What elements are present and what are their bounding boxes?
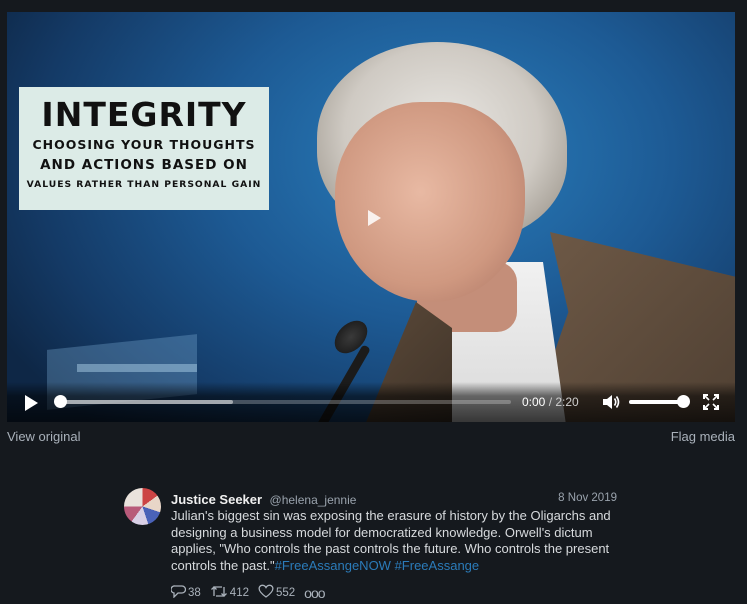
quote-card: INTEGRITY CHOOSING YOUR THOUGHTS AND ACT… <box>19 87 269 210</box>
volume-icon[interactable] <box>602 394 620 410</box>
volume-thumb[interactable] <box>677 395 690 408</box>
more-options-icon[interactable]: ooo <box>304 586 325 600</box>
tweet-body: Julian's biggest sin was exposing the er… <box>171 508 611 573</box>
reply-count: 38 <box>188 586 201 599</box>
retweet-count: 412 <box>229 586 249 599</box>
avatar[interactable] <box>124 488 161 525</box>
play-icon[interactable] <box>22 394 40 412</box>
quote-line-2: AND ACTIONS BASED ON <box>40 157 248 173</box>
tweet-date[interactable]: 8 Nov 2019 <box>558 492 617 504</box>
quote-line-1: CHOOSING YOUR THOUGHTS <box>32 137 256 152</box>
view-original-link[interactable]: View original <box>7 429 80 444</box>
author-name[interactable]: Justice Seeker <box>171 492 262 507</box>
reply-icon <box>170 584 188 601</box>
progress-thumb[interactable] <box>54 395 67 408</box>
duration: 2:20 <box>555 395 579 409</box>
author-handle[interactable]: @helena_jennie <box>270 493 357 507</box>
like-button[interactable]: 552 <box>258 584 295 601</box>
tweet-actions: 38 412 552 ooo <box>170 584 326 601</box>
quote-title: INTEGRITY <box>41 95 247 134</box>
time-display: 0:00 / 2:20 <box>522 395 579 409</box>
hashtag-freeassange[interactable]: #FreeAssange <box>395 558 480 573</box>
retweet-icon <box>210 585 230 601</box>
video-controls: 0:00 / 2:20 <box>7 382 735 422</box>
retweet-button[interactable]: 412 <box>210 585 249 601</box>
fullscreen-icon[interactable] <box>703 394 719 410</box>
tweet-text: Julian's biggest sin was exposing the er… <box>171 508 621 574</box>
volume-slider[interactable] <box>629 395 690 408</box>
reply-button[interactable]: 38 <box>170 584 201 601</box>
quote-line-3: VALUES RATHER THAN PERSONAL GAIN <box>26 179 262 190</box>
hashtag-freeassangenow[interactable]: #FreeAssangeNOW <box>275 558 391 573</box>
time-separator: / <box>545 395 556 409</box>
tweet-author: Justice Seeker @helena_jennie <box>171 491 356 509</box>
flag-media-link[interactable]: Flag media <box>671 429 735 444</box>
progress-bar[interactable] <box>54 395 511 408</box>
heart-icon <box>258 584 276 601</box>
video-player[interactable]: INTEGRITY CHOOSING YOUR THOUGHTS AND ACT… <box>7 12 735 422</box>
like-count: 552 <box>275 586 296 599</box>
tweet: Justice Seeker @helena_jennie 8 Nov 2019… <box>124 488 624 601</box>
current-time: 0:00 <box>522 395 546 409</box>
buffer-bar <box>55 400 233 404</box>
center-play-icon[interactable] <box>362 206 386 230</box>
